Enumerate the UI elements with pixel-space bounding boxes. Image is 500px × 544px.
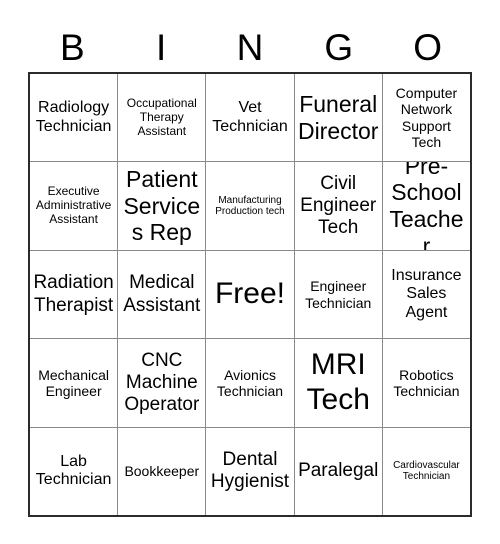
bingo-cell[interactable]: Cardiovascular Technician — [383, 428, 470, 515]
bingo-cell[interactable]: Paralegal — [295, 427, 383, 516]
bingo-cell[interactable]: Executive Administrative Assistant — [30, 162, 119, 250]
bingo-cell-label: Patient Services Rep — [123, 166, 201, 246]
bingo-cell[interactable]: Patient Services Rep — [118, 162, 207, 250]
bingo-cell-label: Civil Engineer Tech — [300, 173, 377, 239]
bingo-cell-label: Manufacturing Production tech — [215, 194, 285, 218]
bingo-cell[interactable]: Vet Technician — [206, 74, 295, 162]
bingo-header-letter-i: I — [156, 26, 167, 68]
bingo-cell[interactable]: Manufacturing Production tech — [206, 162, 295, 250]
bingo-free-space[interactable]: Free! — [206, 250, 295, 339]
bingo-cell[interactable]: Bookkeeper — [118, 427, 207, 516]
bingo-cell-label: Insurance Sales Agent — [391, 266, 462, 321]
bingo-card: B I N G O Radiology Technician Occupatio… — [0, 0, 500, 544]
bingo-cell-label: Avionics Technician — [216, 366, 284, 399]
bingo-header-letter-g: G — [324, 26, 354, 68]
bingo-cell[interactable]: Avionics Technician — [206, 339, 295, 427]
bingo-header: B I N G O — [28, 22, 472, 72]
bingo-cell-label: Occupational Therapy Assistant — [126, 95, 197, 138]
bingo-row: Mechanical Engineer CNC Machine Operator… — [30, 339, 470, 428]
bingo-cell-label: Funeral Director — [297, 91, 379, 144]
bingo-cell[interactable]: Computer Network Support Tech — [383, 74, 470, 161]
bingo-cell[interactable]: Insurance Sales Agent — [383, 251, 470, 338]
bingo-cell[interactable]: Mechanical Engineer — [30, 339, 119, 427]
bingo-cell-label: Computer Network Support Tech — [395, 85, 458, 150]
bingo-cell-label: Pre-School Teacher — [389, 162, 464, 250]
bingo-cell-label: MRI Tech — [306, 348, 370, 416]
bingo-cell[interactable]: Occupational Therapy Assistant — [118, 74, 207, 162]
bingo-free-space-label: Free! — [214, 277, 286, 311]
bingo-cell-label: Executive Administrative Assistant — [35, 184, 112, 227]
bingo-cell-label: Radiology Technician — [35, 99, 112, 135]
bingo-row: Radiology Technician Occupational Therap… — [30, 74, 470, 163]
bingo-cell[interactable]: Robotics Technician — [383, 339, 470, 426]
bingo-header-letter-o: O — [413, 26, 442, 68]
bingo-cell-label: Lab Technician — [35, 452, 112, 489]
bingo-cell-label: Mechanical Engineer — [38, 366, 110, 399]
bingo-cell[interactable]: CNC Machine Operator — [118, 339, 207, 427]
bingo-cell-label: Paralegal — [298, 460, 379, 482]
bingo-row: Radiation Therapist Medical Assistant Fr… — [30, 250, 470, 340]
bingo-cell-label: Robotics Technician — [393, 366, 460, 399]
bingo-cell[interactable]: Funeral Director — [295, 74, 383, 162]
bingo-cell[interactable]: Dental Hygienist — [206, 427, 295, 516]
bingo-cell-label: CNC Machine Operator — [124, 349, 200, 415]
bingo-row: Executive Administrative Assistant Patie… — [30, 162, 470, 251]
bingo-cell-label: Bookkeeper — [124, 463, 200, 480]
bingo-cell[interactable]: Medical Assistant — [118, 250, 207, 339]
bingo-cell[interactable]: Engineer Technician — [295, 250, 383, 339]
bingo-row: Lab Technician Bookkeeper Dental Hygieni… — [30, 427, 470, 516]
bingo-cell[interactable]: MRI Tech — [295, 339, 383, 427]
bingo-cell[interactable]: Pre-School Teacher — [383, 162, 470, 249]
bingo-cell[interactable]: Lab Technician — [30, 427, 119, 516]
bingo-cell-label: Medical Assistant — [123, 272, 201, 316]
bingo-header-letter-b: B — [60, 26, 85, 68]
bingo-cell[interactable]: Civil Engineer Tech — [295, 162, 383, 250]
bingo-cell-label: Radiation Therapist — [33, 272, 114, 316]
bingo-cell[interactable]: Radiology Technician — [30, 74, 119, 162]
bingo-cell-label: Engineer Technician — [305, 278, 372, 311]
bingo-cell[interactable]: Radiation Therapist — [30, 250, 119, 339]
bingo-header-letter-n: N — [236, 26, 264, 68]
bingo-cell-label: Dental Hygienist — [210, 449, 290, 493]
bingo-cell-label: Cardiovascular Technician — [393, 459, 460, 483]
bingo-cell-label: Vet Technician — [212, 99, 288, 135]
bingo-grid: Radiology Technician Occupational Therap… — [28, 72, 472, 517]
